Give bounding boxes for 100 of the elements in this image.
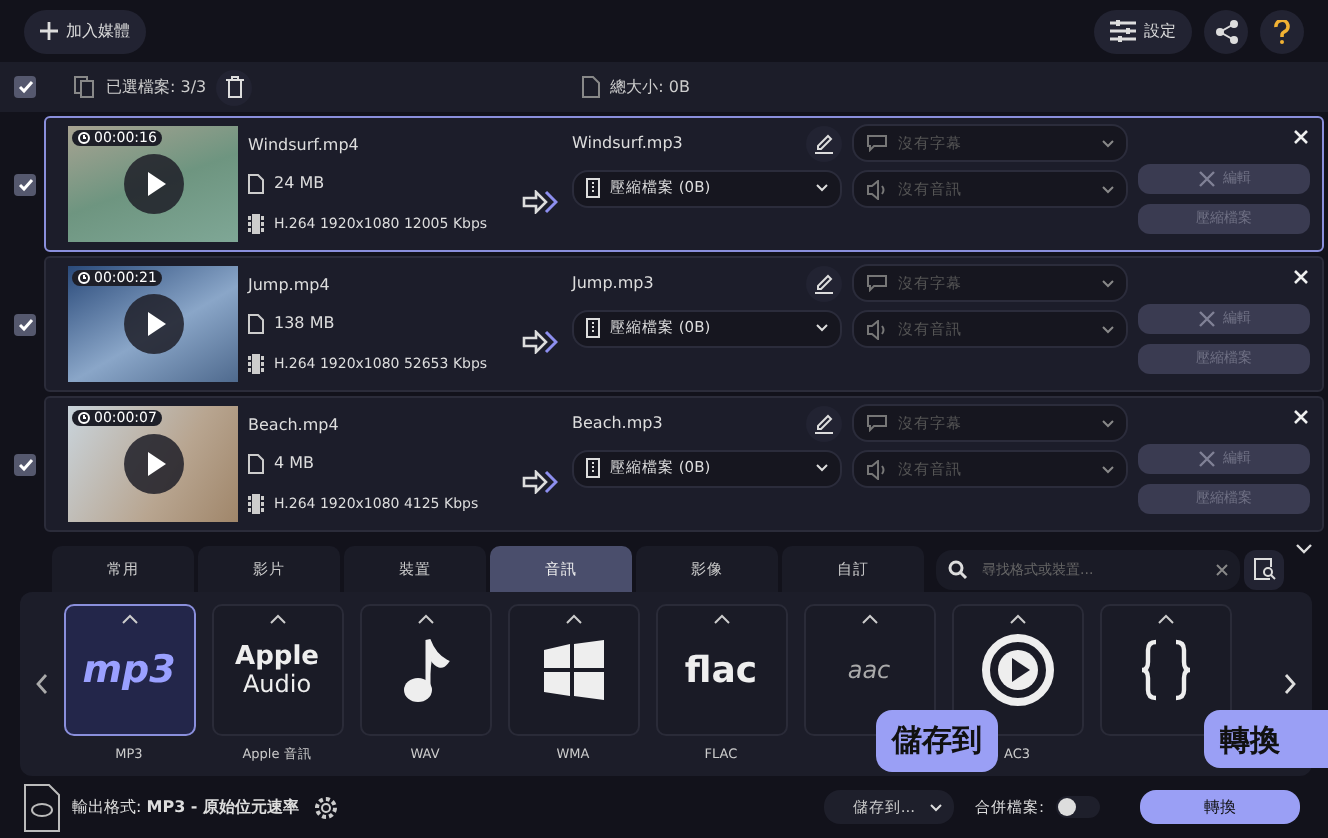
chevron-down-icon — [816, 464, 828, 472]
format-tile[interactable] — [507, 604, 639, 736]
play-circle-icon — [979, 632, 1055, 708]
music-note-icon — [401, 636, 449, 704]
file-size: 24 MB — [274, 174, 325, 192]
audio-file-icon — [24, 783, 60, 831]
rename-button[interactable] — [806, 405, 842, 441]
convert-button[interactable]: 轉換 — [1140, 790, 1300, 824]
format-tile[interactable]: flac — [655, 604, 787, 736]
chevron-down-icon — [1102, 279, 1114, 287]
select-all-checkbox[interactable] — [14, 76, 36, 98]
output-file-name: Beach.mp3 — [572, 414, 663, 432]
total-size: 總大小: 0B — [610, 76, 690, 98]
chevron-down-icon — [1102, 325, 1114, 333]
file-checkbox[interactable] — [14, 173, 36, 195]
chevron-up-icon — [1157, 614, 1173, 624]
rename-button[interactable] — [806, 265, 842, 301]
file-icon — [248, 453, 264, 473]
file-checkbox[interactable] — [14, 453, 36, 475]
file-icon — [248, 173, 264, 193]
output-file-name: Windsurf.mp3 — [572, 134, 683, 152]
chevron-down-icon — [816, 324, 828, 332]
play-button[interactable] — [123, 154, 183, 214]
add-media-button[interactable]: 加入媒體 — [24, 9, 146, 53]
format-tile[interactable]: Apple Audio — [211, 604, 343, 736]
chevron-down-icon — [1102, 139, 1114, 147]
chevron-up-icon — [269, 614, 285, 624]
help-button[interactable] — [1260, 9, 1304, 53]
clock-icon — [78, 272, 90, 284]
zip-file-icon — [586, 178, 600, 198]
file-size: 4 MB — [274, 454, 315, 472]
speech-bubble-icon — [866, 134, 888, 152]
selected-files-count: 已選檔案: 3/3 — [106, 76, 207, 98]
pencil-icon — [814, 272, 834, 294]
share-button[interactable] — [1204, 9, 1248, 53]
double-arrow-icon — [522, 470, 558, 494]
callout-tooltip: 儲存到 — [876, 710, 998, 772]
file-icon — [248, 313, 264, 333]
chevron-up-icon — [1009, 614, 1025, 624]
film-icon — [248, 493, 264, 513]
pencil-icon — [814, 412, 834, 434]
play-button[interactable] — [123, 434, 183, 494]
callout-tooltip: 轉換 — [1204, 710, 1328, 768]
chevron-up-icon — [417, 614, 433, 624]
chevron-down-icon — [1102, 465, 1114, 473]
settings-icon[interactable] — [311, 793, 340, 821]
close-icon[interactable] — [1294, 130, 1308, 144]
search-icon — [948, 559, 968, 579]
files-icon — [74, 76, 96, 98]
preview-button[interactable] — [1244, 549, 1284, 589]
close-icon[interactable] — [1294, 270, 1308, 284]
clock-icon — [78, 132, 90, 144]
file-icon — [582, 76, 601, 98]
window-logo-icon — [539, 640, 607, 700]
output-file-name: Jump.mp3 — [572, 274, 654, 292]
speaker-icon — [866, 179, 888, 199]
clock-icon — [78, 412, 90, 424]
zip-file-icon — [586, 458, 600, 478]
format-tile[interactable] — [359, 604, 491, 736]
sliders-icon — [1110, 20, 1136, 42]
chevron-right-icon[interactable] — [1284, 674, 1296, 694]
trash-icon — [225, 76, 244, 98]
double-arrow-icon — [522, 190, 558, 214]
chevron-down-icon — [1102, 185, 1114, 193]
zip-file-icon — [586, 318, 600, 338]
merge-toggle[interactable] — [1056, 796, 1100, 818]
chevron-up-icon — [121, 614, 137, 624]
speech-bubble-icon — [866, 274, 888, 292]
plus-icon — [40, 22, 58, 40]
rename-button[interactable] — [806, 125, 842, 161]
file-checkbox[interactable] — [14, 313, 36, 335]
chevron-down-icon — [816, 184, 828, 192]
settings-button[interactable]: 設定 — [1094, 9, 1192, 53]
output-format-text: 輸出格式: MP3 - 原始位元速率 — [72, 796, 300, 818]
file-size: 138 MB — [274, 314, 335, 332]
speaker-icon — [866, 459, 888, 479]
speaker-icon — [866, 319, 888, 339]
film-icon — [248, 353, 264, 373]
speech-bubble-icon — [866, 414, 888, 432]
file-name: Jump.mp4 — [248, 275, 332, 293]
format-tile[interactable]: mp3 — [63, 604, 195, 736]
chevron-down-icon — [1102, 419, 1114, 427]
file-name: Windsurf.mp4 — [248, 135, 361, 153]
file-search-icon — [1253, 558, 1275, 580]
file-name: Beach.mp4 — [248, 415, 341, 433]
chevron-up-icon — [565, 614, 581, 624]
play-button[interactable] — [123, 294, 183, 354]
pencil-icon — [814, 132, 834, 154]
chevron-down-icon — [930, 803, 943, 811]
chevron-down-icon[interactable] — [1296, 544, 1312, 554]
chevron-up-icon — [861, 614, 877, 624]
double-arrow-icon — [522, 330, 558, 354]
chevron-left-icon[interactable] — [36, 674, 48, 694]
curly-braces-icon — [1137, 638, 1193, 702]
clear-icon[interactable] — [1216, 563, 1228, 575]
delete-button[interactable] — [216, 69, 253, 105]
close-icon[interactable] — [1294, 410, 1308, 424]
question-mark-icon — [1274, 19, 1290, 43]
chevron-up-icon — [713, 614, 729, 624]
share-icon — [1215, 19, 1237, 43]
